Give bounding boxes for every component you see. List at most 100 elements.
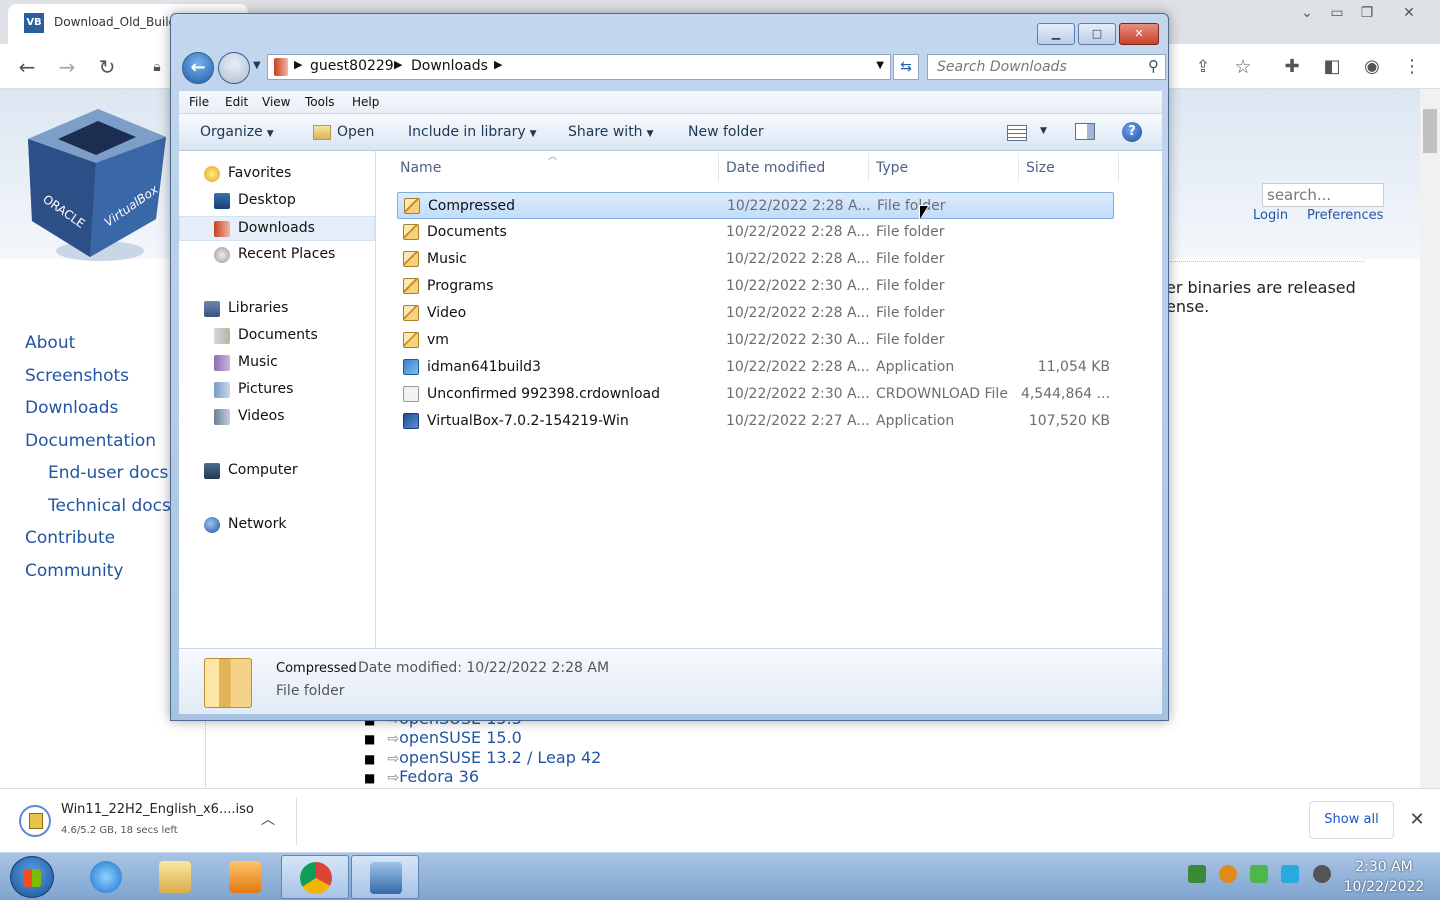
nav-item-computer[interactable]: Computer xyxy=(179,459,375,484)
page-scrollbar[interactable] xyxy=(1420,89,1440,788)
extensions-icon[interactable]: ✚ xyxy=(1279,54,1305,80)
search-icon[interactable]: ⚲ xyxy=(1148,57,1159,75)
taskbar-clock[interactable]: 2:30 AM 10/22/2022 xyxy=(1334,857,1434,897)
file-row[interactable]: Documents 10/22/2022 2:28 A... File fold… xyxy=(397,219,1114,246)
display-tray-icon[interactable] xyxy=(1281,865,1300,883)
reload-icon[interactable]: ↻ xyxy=(94,54,120,80)
column-header-name[interactable]: Name xyxy=(400,160,441,176)
forward-icon[interactable]: → xyxy=(54,54,80,80)
nav-item-favorites[interactable]: Favorites xyxy=(179,162,375,187)
close-icon[interactable]: ✕ xyxy=(1406,809,1428,831)
login-link[interactable]: Login xyxy=(1253,208,1288,223)
open-button[interactable]: Open xyxy=(337,124,374,140)
organize-button[interactable]: Organize ▼ xyxy=(200,124,274,140)
taskbar-virtualbox-installer[interactable] xyxy=(351,855,419,899)
explorer-search-input[interactable]: Search Downloads ⚲ xyxy=(927,54,1166,80)
forward-icon[interactable]: → xyxy=(218,52,250,84)
nav-item-videos[interactable]: Videos xyxy=(179,405,375,430)
file-row[interactable]: Music 10/22/2022 2:28 A... File folder xyxy=(397,246,1114,273)
file-row[interactable]: Unconfirmed 992398.crdownload 10/22/2022… xyxy=(397,381,1114,408)
column-separator[interactable] xyxy=(868,153,869,182)
distro-link[interactable]: openSUSE 13.2 / Leap 42 xyxy=(399,748,601,767)
sidepanel-icon[interactable]: ◧ xyxy=(1319,54,1345,80)
nav-link-downloads[interactable]: Downloads xyxy=(25,395,171,428)
file-row[interactable]: vm 10/22/2022 2:30 A... File folder xyxy=(397,327,1114,354)
nav-item-documents[interactable]: Documents xyxy=(179,324,375,349)
star-icon[interactable]: ☆ xyxy=(1230,54,1256,80)
minimize-icon[interactable]: ▭ xyxy=(1322,2,1352,24)
nav-link-screenshots[interactable]: Screenshots xyxy=(25,363,171,396)
recent-pages-dropdown-icon[interactable]: ▼ xyxy=(253,60,261,71)
breadcrumb-arrow-icon[interactable]: ▶ xyxy=(394,58,402,71)
back-icon[interactable]: ← xyxy=(14,54,40,80)
nav-item-pictures[interactable]: Pictures xyxy=(179,378,375,403)
list-item[interactable]: ■ ⇨openSUSE 13.2 / Leap 42 xyxy=(364,748,601,767)
column-header-size[interactable]: Size xyxy=(1026,160,1055,176)
nav-item-desktop[interactable]: Desktop xyxy=(179,189,375,214)
nav-item-network[interactable]: Network xyxy=(179,513,375,538)
column-header-date-modified[interactable]: Date modified xyxy=(726,160,825,176)
nav-item-libraries[interactable]: Libraries xyxy=(179,297,375,322)
close-icon[interactable]: ✕ xyxy=(1394,2,1424,24)
new-folder-button[interactable]: New folder xyxy=(688,124,764,140)
menu-file[interactable]: File xyxy=(189,95,209,109)
back-icon[interactable]: ← xyxy=(182,52,214,84)
column-separator[interactable] xyxy=(718,153,719,182)
include-in-library-button[interactable]: Include in library ▼ xyxy=(408,124,537,140)
list-item[interactable]: ■ ⇨openSUSE 15.0 xyxy=(364,728,601,747)
lock-icon[interactable]: 🔒︎ xyxy=(144,54,170,80)
address-dropdown-icon[interactable]: ▼ xyxy=(876,60,884,71)
taskbar-media-player[interactable] xyxy=(211,855,279,899)
site-search-input[interactable]: search... xyxy=(1262,183,1384,207)
change-view-icon[interactable] xyxy=(1007,125,1027,141)
breadcrumb-downloads[interactable]: Downloads xyxy=(411,58,488,74)
show-all-button[interactable]: Show all xyxy=(1309,801,1394,839)
search-tray-icon[interactable] xyxy=(1219,865,1238,883)
file-row[interactable]: VirtualBox-7.0.2-154219-Win 10/22/2022 2… xyxy=(397,408,1114,435)
download-file-name[interactable]: Win11_22H2_English_x6....iso xyxy=(61,802,254,817)
menu-view[interactable]: View xyxy=(262,95,290,109)
taskbar-chrome[interactable] xyxy=(281,855,349,899)
restore-icon[interactable]: ❐ xyxy=(1352,2,1382,24)
menu-tools[interactable]: Tools xyxy=(305,95,335,109)
view-dropdown-icon[interactable]: ▼ xyxy=(1040,126,1047,136)
breadcrumb-guest80229[interactable]: guest80229 xyxy=(310,58,394,74)
breadcrumb-arrow-icon[interactable]: ▶ xyxy=(294,58,302,71)
scrollbar-thumb[interactable] xyxy=(1423,109,1437,153)
address-bar[interactable]: ▶ guest80229 ▶ Downloads ▶ ▼ xyxy=(267,54,891,80)
help-icon[interactable]: ? xyxy=(1122,122,1142,142)
list-item[interactable]: ■ ⇨Fedora 36 xyxy=(364,767,601,786)
preferences-link[interactable]: Preferences xyxy=(1307,208,1383,223)
file-row[interactable]: Programs 10/22/2022 2:30 A... File folde… xyxy=(397,273,1114,300)
column-separator[interactable] xyxy=(1018,153,1019,182)
file-row[interactable]: Compressed 10/22/2022 2:28 A... File fol… xyxy=(397,192,1114,219)
nav-item-music[interactable]: Music xyxy=(179,351,375,376)
column-separator[interactable] xyxy=(1118,153,1119,182)
profile-icon[interactable]: ◉ xyxy=(1359,54,1385,80)
share-icon[interactable]: ⇪ xyxy=(1190,54,1216,80)
share-with-button[interactable]: Share with ▼ xyxy=(568,124,653,140)
battery-tray-icon[interactable] xyxy=(1250,865,1269,883)
nav-link-contribute[interactable]: Contribute xyxy=(25,525,171,558)
distro-link[interactable]: openSUSE 15.0 xyxy=(399,728,522,747)
maximize-icon[interactable]: □ xyxy=(1078,23,1116,45)
taskbar-internet-explorer[interactable] xyxy=(72,855,140,899)
network-tray-icon[interactable] xyxy=(1188,865,1206,883)
nav-item-recent-places[interactable]: Recent Places xyxy=(179,243,375,268)
menu-edit[interactable]: Edit xyxy=(225,95,248,109)
breadcrumb-arrow-icon[interactable]: ▶ xyxy=(494,58,502,71)
column-header-type[interactable]: Type xyxy=(876,160,908,176)
tab-search-chevron-icon[interactable]: ⌄ xyxy=(1287,2,1327,24)
menu-help[interactable]: Help xyxy=(352,95,379,109)
nav-link-documentation[interactable]: Documentation xyxy=(25,428,171,461)
refresh-icon[interactable]: ⇆ xyxy=(893,54,919,80)
nav-link-technical-docs[interactable]: Technical docs xyxy=(25,493,171,526)
distro-link[interactable]: Fedora 36 xyxy=(399,767,479,786)
close-icon[interactable]: ✕ xyxy=(1119,23,1159,45)
menu-icon[interactable]: ⋮ xyxy=(1399,54,1425,80)
nav-item-downloads[interactable]: Downloads xyxy=(179,216,375,241)
volume-tray-icon[interactable] xyxy=(1312,865,1331,883)
nav-link-end-user-docs[interactable]: End-user docs xyxy=(25,460,171,493)
start-button[interactable] xyxy=(10,856,54,898)
taskbar-explorer[interactable] xyxy=(141,855,209,899)
